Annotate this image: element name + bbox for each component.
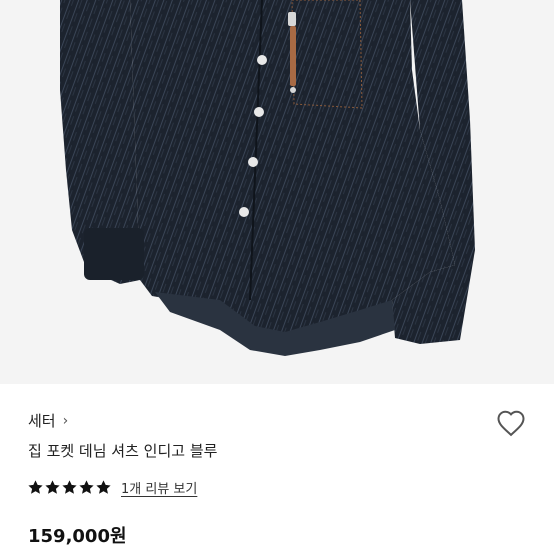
star-filled-icon xyxy=(62,480,77,494)
rating-row: 1개 리뷰 보기 xyxy=(28,478,197,497)
shirt-button xyxy=(239,207,249,217)
zipper-end xyxy=(290,87,296,93)
shirt-button xyxy=(248,157,258,167)
brand-name: 세터 xyxy=(28,412,56,430)
heart-outline-icon xyxy=(497,410,525,437)
star-filled-icon xyxy=(28,480,43,494)
wishlist-button[interactable] xyxy=(494,406,528,440)
star-rating xyxy=(28,480,111,495)
shirt-left-cuff xyxy=(84,228,144,280)
product-price: 159,000원 xyxy=(28,526,127,547)
brand-link[interactable]: 세터 › xyxy=(28,410,68,431)
product-title: 집 포켓 데님 셔츠 인디고 블루 xyxy=(28,442,218,460)
chevron-right-icon: › xyxy=(62,412,69,429)
star-filled-icon xyxy=(45,480,60,494)
shirt-button xyxy=(257,55,267,65)
product-image[interactable] xyxy=(0,0,554,384)
star-filled-icon xyxy=(79,480,94,494)
shirt-button xyxy=(254,107,264,117)
zipper-pull xyxy=(288,12,296,26)
star-filled-icon xyxy=(96,480,111,494)
product-info: 세터 › 집 포켓 데님 셔츠 인디고 블루 1개 리뷰 보기 159,000원 xyxy=(28,384,528,554)
zipper-tab xyxy=(290,26,296,86)
review-count-link[interactable]: 1개 리뷰 보기 xyxy=(121,478,197,497)
denim-shirt-photo xyxy=(0,0,554,384)
